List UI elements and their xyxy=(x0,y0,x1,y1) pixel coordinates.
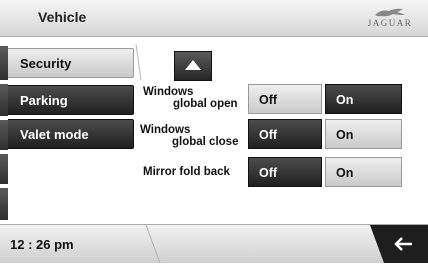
setting-label-line2: global open xyxy=(173,98,238,110)
windows-close-off-button[interactable]: Off xyxy=(248,119,322,149)
setting-label-line1: Windows xyxy=(140,124,191,136)
scroll-up-button[interactable] xyxy=(174,51,212,81)
option-label: On xyxy=(336,128,354,142)
setting-label-line1: Mirror fold back xyxy=(143,166,230,178)
setting-label-windows-close: Windows global close xyxy=(140,124,238,148)
mirror-fold-on-button[interactable]: On xyxy=(325,157,402,187)
footer-bar: 12 : 26 pm xyxy=(0,224,428,263)
mirror-fold-off-button[interactable]: Off xyxy=(248,157,322,187)
option-label: On xyxy=(336,93,354,107)
setting-label-line1: Windows xyxy=(143,86,194,98)
option-label: On xyxy=(336,166,354,180)
back-button[interactable] xyxy=(370,225,428,263)
windows-close-on-button[interactable]: On xyxy=(325,119,402,149)
back-arrow-icon xyxy=(370,225,428,263)
setting-label-line2: global close xyxy=(172,136,239,148)
vehicle-screen: Vehicle JAGUAR Security Parking Valet mo… xyxy=(0,0,428,263)
up-arrow-icon xyxy=(185,60,201,70)
setting-label-mirror-fold: Mirror fold back xyxy=(143,166,230,178)
windows-open-on-button[interactable]: On xyxy=(325,84,402,114)
option-label: Off xyxy=(259,128,278,142)
windows-open-off-button[interactable]: Off xyxy=(248,84,322,114)
option-label: Off xyxy=(259,166,278,180)
option-label: Off xyxy=(259,93,278,107)
footer-divider xyxy=(145,225,161,263)
setting-label-windows-open: Windows global open xyxy=(143,86,238,110)
